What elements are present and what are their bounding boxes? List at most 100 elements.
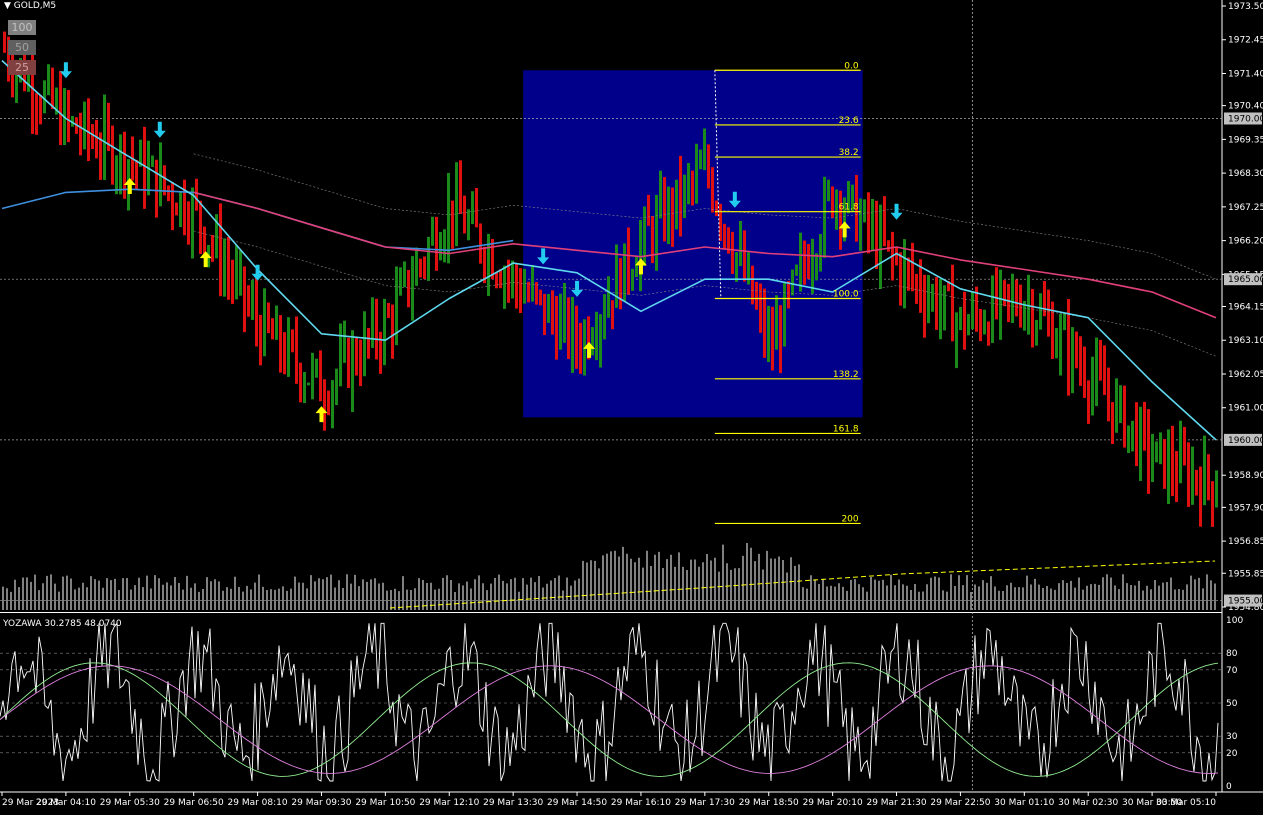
price-bar: [247, 285, 250, 317]
price-bar: [783, 281, 786, 347]
price-bar: [311, 352, 314, 400]
price-bar: [771, 306, 774, 371]
price-bar: [375, 298, 378, 360]
price-bar: [603, 294, 606, 340]
price-bar: [467, 209, 470, 241]
price-bar: [383, 298, 386, 366]
price-bar: [711, 167, 714, 213]
price-bar: [1083, 346, 1086, 398]
price-bar: [819, 234, 822, 272]
price-bar: [403, 261, 406, 288]
price-bar: [419, 258, 422, 278]
price-bar: [1015, 279, 1018, 317]
price-highlight-label: 1955.00: [1228, 597, 1263, 607]
price-bar: [1191, 446, 1194, 505]
price-bar: [963, 291, 966, 350]
price-bar: [387, 302, 390, 318]
price-bar: [1011, 273, 1014, 323]
price-bar: [503, 265, 506, 309]
oscillator-level-label: 20: [1226, 749, 1238, 759]
price-bar: [907, 257, 910, 291]
price-bar: [203, 226, 206, 256]
price-bar: [251, 279, 254, 320]
price-bar: [331, 380, 334, 429]
price-bar: [1159, 432, 1162, 465]
price-bar: [923, 274, 926, 338]
price-bar: [871, 198, 874, 251]
time-label: 29 Mar 12:10: [419, 798, 479, 808]
price-label: 1969.35: [1228, 135, 1263, 145]
price-bar: [47, 64, 50, 96]
price-bar: [239, 250, 242, 296]
price-bar: [639, 220, 642, 292]
price-bar: [631, 268, 634, 291]
price-bar: [363, 311, 366, 377]
price-bar: [255, 277, 258, 347]
price-bar: [931, 283, 934, 312]
price-bar: [339, 323, 342, 387]
price-bar: [1035, 319, 1038, 346]
time-label: 29 Mar 09:30: [291, 798, 351, 808]
price-bar: [67, 90, 70, 143]
price-bar: [1059, 313, 1062, 376]
price-bar: [979, 308, 982, 342]
time-label: 30 Mar 02:30: [1058, 798, 1118, 808]
price-bar: [1075, 331, 1078, 369]
price-bar: [1215, 470, 1218, 508]
price-bar: [263, 288, 266, 357]
price-bar: [475, 187, 478, 228]
price-bar: [39, 94, 42, 125]
price-bar: [795, 264, 798, 276]
price-bar: [1195, 469, 1198, 496]
price-bar: [371, 297, 374, 348]
oscillator-level-label: 50: [1226, 699, 1238, 709]
oscillator-title: YOZAWA 30.2785 48.0740: [2, 619, 122, 629]
price-bar: [839, 190, 842, 250]
time-label: 29 Mar 17:30: [675, 798, 735, 808]
menu-triangle-icon[interactable]: ▼: [4, 1, 11, 11]
price-bar: [619, 258, 622, 310]
price-bar: [459, 160, 462, 214]
price-label: 1964.15: [1228, 303, 1263, 313]
price-bar: [775, 295, 778, 350]
price-bar: [179, 190, 182, 228]
price-bar: [1155, 441, 1158, 463]
price-bar: [647, 194, 650, 226]
symbol-header: ▼ GOLD,M5: [4, 1, 56, 11]
time-label: 29 Mar 06:50: [164, 798, 224, 808]
price-bar: [627, 227, 630, 295]
price-bar: [859, 198, 862, 251]
time-label: 30 Mar 05:10: [1156, 798, 1216, 808]
price-bar: [1111, 402, 1114, 444]
price-label: 1970.40: [1228, 102, 1263, 112]
price-bar: [391, 304, 394, 359]
oscillator-level-label: 30: [1226, 732, 1238, 742]
price-bar: [863, 199, 866, 223]
lot-button-50[interactable]: 50: [8, 40, 36, 55]
price-bar: [559, 293, 562, 350]
lot-button-100[interactable]: 100: [8, 20, 36, 35]
price-bar: [579, 322, 582, 374]
price-bar: [803, 240, 806, 285]
price-bar: [571, 296, 574, 373]
price-bar: [511, 260, 514, 299]
price-label: 1967.25: [1228, 203, 1263, 213]
price-bar: [443, 229, 446, 263]
price-bar: [1095, 337, 1098, 407]
price-bar: [91, 124, 94, 149]
price-bar: [939, 279, 942, 340]
price-bar: [875, 200, 878, 269]
price-bar: [799, 232, 802, 292]
price-bar: [119, 134, 122, 195]
price-bar: [1187, 442, 1190, 507]
price-bar: [539, 289, 542, 306]
lot-button-25[interactable]: 25: [8, 60, 36, 75]
price-bar: [231, 259, 234, 304]
price-bar: [723, 223, 726, 250]
chart-canvas[interactable]: 0.023.638.261.8100.0138.2161.82001973.50…: [0, 0, 1263, 815]
price-label: 1961.00: [1228, 404, 1263, 414]
price-bar: [867, 192, 870, 254]
price-bar: [291, 329, 294, 353]
price-bar: [367, 327, 370, 359]
price-label: 1971.40: [1228, 69, 1263, 79]
